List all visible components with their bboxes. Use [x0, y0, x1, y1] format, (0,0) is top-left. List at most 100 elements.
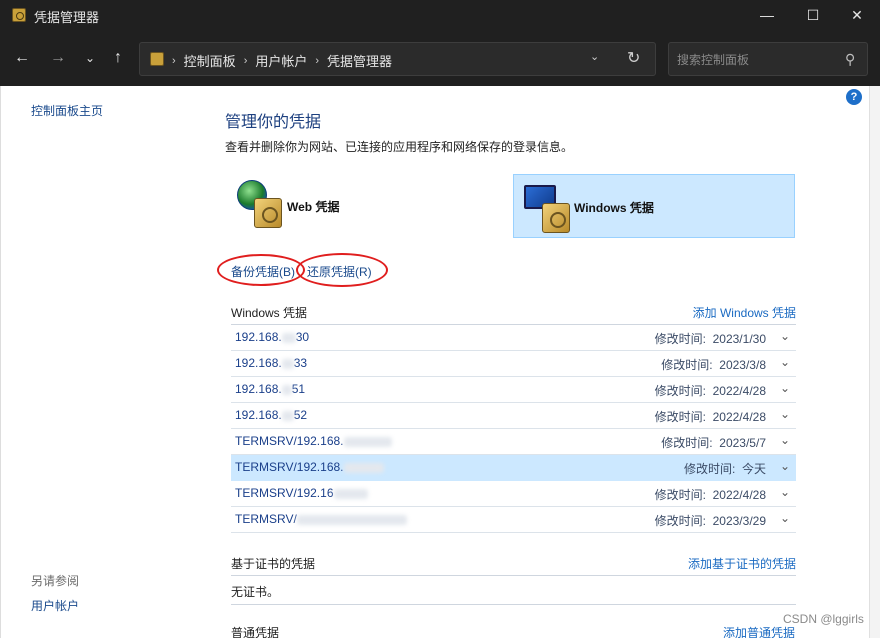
redacted-mask [296, 514, 407, 525]
chevron-down-icon[interactable]: ⌄ [780, 407, 790, 421]
generic-credentials-title: 普通凭据 [231, 626, 280, 638]
credential-row[interactable]: TERMSRV/192.168. 修改时间: 2023/5/7 ⌄ [231, 429, 796, 455]
windows-credentials-tile[interactable]: Windows 凭据 [513, 174, 795, 238]
maximize-button[interactable]: ☐ [790, 0, 836, 32]
search-icon[interactable]: ⚲ [845, 51, 855, 68]
credential-row[interactable]: 192.168. 52 修改时间: 2022/4/28 ⌄ [231, 403, 796, 429]
minimize-button[interactable]: — [744, 0, 790, 32]
modified-date-label: 修改时间: [654, 384, 706, 398]
sidebar-control-panel-home[interactable]: 控制面板主页 [31, 102, 103, 119]
section-title: Windows 凭据 [231, 306, 308, 320]
control-panel-icon [150, 52, 164, 66]
title-bar: 凭据管理器 — ☐ ✕ [0, 0, 880, 32]
redacted-mask [281, 410, 294, 421]
no-certificates-text: 无证书。 [231, 585, 280, 599]
credential-name-tail: 33 [293, 356, 308, 370]
credential-manager-icon [12, 8, 26, 22]
breadcrumb: › 控制面板 › 用户帐户 › 凭据管理器 [172, 51, 392, 70]
annotation-circle [217, 254, 305, 286]
windows-credentials-label: Windows 凭据 [574, 201, 654, 215]
credential-row[interactable]: TERMSRV/修改时间: 2023/3/29 ⌄ [231, 507, 796, 533]
credential-row[interactable]: TERMSRV/192.16 修改时间: 2022/4/28 ⌄ [231, 481, 796, 507]
modified-date-label: 修改时间: [654, 332, 706, 346]
redacted-mask [281, 332, 296, 343]
redacted-mask [343, 436, 392, 447]
annotation-circle [296, 253, 388, 287]
modified-date-value: 今天 [741, 462, 766, 476]
credential-name: TERMSRV/192.16 [235, 486, 368, 500]
chevron-down-icon[interactable]: ⌄ [780, 485, 790, 499]
modified-date-label: 修改时间: [661, 436, 713, 450]
page-description: 查看并删除你为网站、已连接的应用程序和网络保存的登录信息。 [225, 140, 574, 154]
breadcrumb-separator-icon: › [315, 54, 320, 67]
chevron-down-icon[interactable]: ⌄ [780, 381, 790, 395]
credential-row[interactable]: TERMSRV/192.168. 修改时间: 今天 ⌄ [231, 455, 796, 481]
modified-date: 修改时间: 2023/1/30 [655, 330, 766, 347]
modified-date-label: 修改时间: [661, 358, 713, 372]
up-arrow-icon[interactable]: ↑ [106, 46, 130, 70]
credential-name: 192.168. 52 [235, 408, 307, 422]
vault-icon [254, 198, 282, 228]
vertical-scrollbar[interactable] [869, 86, 880, 638]
refresh-icon[interactable]: ↻ [627, 48, 640, 68]
navigation-toolbar: ← → ⌄ ↑ › 控制面板 › 用户帐户 › 凭据管理器 ⌄ ↻ ⚲ [0, 32, 880, 86]
add-certificate-credential-link[interactable]: 添加基于证书的凭据 [688, 555, 796, 572]
modified-date-label: 修改时间: [654, 410, 706, 424]
section-divider [231, 604, 796, 605]
modified-date: 修改时间: 2022/4/28 [655, 408, 766, 425]
section-title: 基于证书的凭据 [231, 557, 316, 571]
search-input[interactable] [677, 51, 837, 69]
back-arrow-icon[interactable]: ← [10, 46, 34, 70]
web-credentials-tile[interactable]: Web 凭据 [232, 174, 492, 238]
modified-date-value: 2023/5/7 [719, 436, 766, 450]
breadcrumb-control-panel[interactable]: 控制面板 [184, 51, 236, 70]
chevron-down-icon[interactable]: ⌄ [780, 433, 790, 447]
search-box: ⚲ [668, 42, 868, 76]
credential-row[interactable]: 192.168. 33 修改时间: 2023/3/8 ⌄ [231, 351, 796, 377]
close-button[interactable]: ✕ [834, 0, 880, 32]
chevron-down-icon[interactable]: ⌄ [780, 329, 790, 343]
modified-date-label: 修改时间: [654, 488, 706, 502]
credential-name: TERMSRV/ [235, 512, 407, 526]
help-icon[interactable]: ? [846, 89, 862, 105]
redacted-mask [281, 384, 292, 395]
credential-name: TERMSRV/192.168. [235, 434, 392, 448]
modified-date-value: 2023/1/30 [712, 332, 766, 346]
breadcrumb-credential-manager[interactable]: 凭据管理器 [327, 51, 392, 70]
certificate-credentials-header: 基于证书的凭据 添加基于证书的凭据 [231, 555, 796, 575]
recent-locations-icon[interactable]: ⌄ [78, 46, 102, 70]
chevron-down-icon[interactable]: ⌄ [780, 355, 790, 369]
modified-date-value: 2022/4/28 [712, 410, 766, 424]
breadcrumb-separator-icon: › [172, 54, 176, 67]
credential-name-tail: 52 [293, 408, 308, 422]
modified-date-value: 2023/3/8 [719, 358, 766, 372]
address-dropdown-icon[interactable]: ⌄ [590, 50, 599, 63]
add-windows-credential-link[interactable]: 添加 Windows 凭据 [693, 304, 796, 321]
credential-name-text: TERMSRV/192.168. [235, 434, 344, 448]
chevron-down-icon[interactable]: ⌄ [780, 511, 790, 525]
forward-arrow-icon[interactable]: → [46, 46, 70, 70]
watermark: CSDN @lggirls [783, 612, 864, 626]
sidebar-user-accounts-link[interactable]: 用户帐户 [31, 597, 79, 614]
add-generic-credential-link[interactable]: 添加普通凭据 [723, 624, 795, 638]
modified-date: 修改时间: 2023/3/8 [661, 356, 766, 373]
credential-name-text: 192.168. [235, 356, 282, 370]
credential-row[interactable]: 192.168. 51 修改时间: 2022/4/28 ⌄ [231, 377, 796, 403]
web-credentials-label: Web 凭据 [287, 200, 340, 214]
address-bar[interactable]: › 控制面板 › 用户帐户 › 凭据管理器 ⌄ ↻ [139, 42, 656, 76]
windows-credentials-header: Windows 凭据 添加 Windows 凭据 [231, 304, 796, 324]
modified-date: 修改时间: 2022/4/28 [655, 382, 766, 399]
window-title: 凭据管理器 [34, 10, 100, 25]
breadcrumb-user-accounts[interactable]: 用户帐户 [255, 51, 307, 70]
chevron-down-icon[interactable]: ⌄ [780, 459, 790, 473]
credential-name-text: 192.168. [235, 408, 282, 422]
see-also-heading: 另请参阅 [31, 574, 80, 588]
credential-name: 192.168. 33 [235, 356, 307, 370]
credential-name-text: TERMSRV/192.168. [235, 460, 344, 474]
credential-name-text: TERMSRV/ [235, 512, 297, 526]
section-divider [231, 575, 796, 576]
credential-name: 192.168. 30 [235, 330, 309, 344]
modified-date-label: 修改时间: [683, 462, 736, 476]
modified-date: 修改时间: 今天 [684, 460, 766, 477]
credential-row[interactable]: 192.168. 30 修改时间: 2023/1/30 ⌄ [231, 325, 796, 351]
